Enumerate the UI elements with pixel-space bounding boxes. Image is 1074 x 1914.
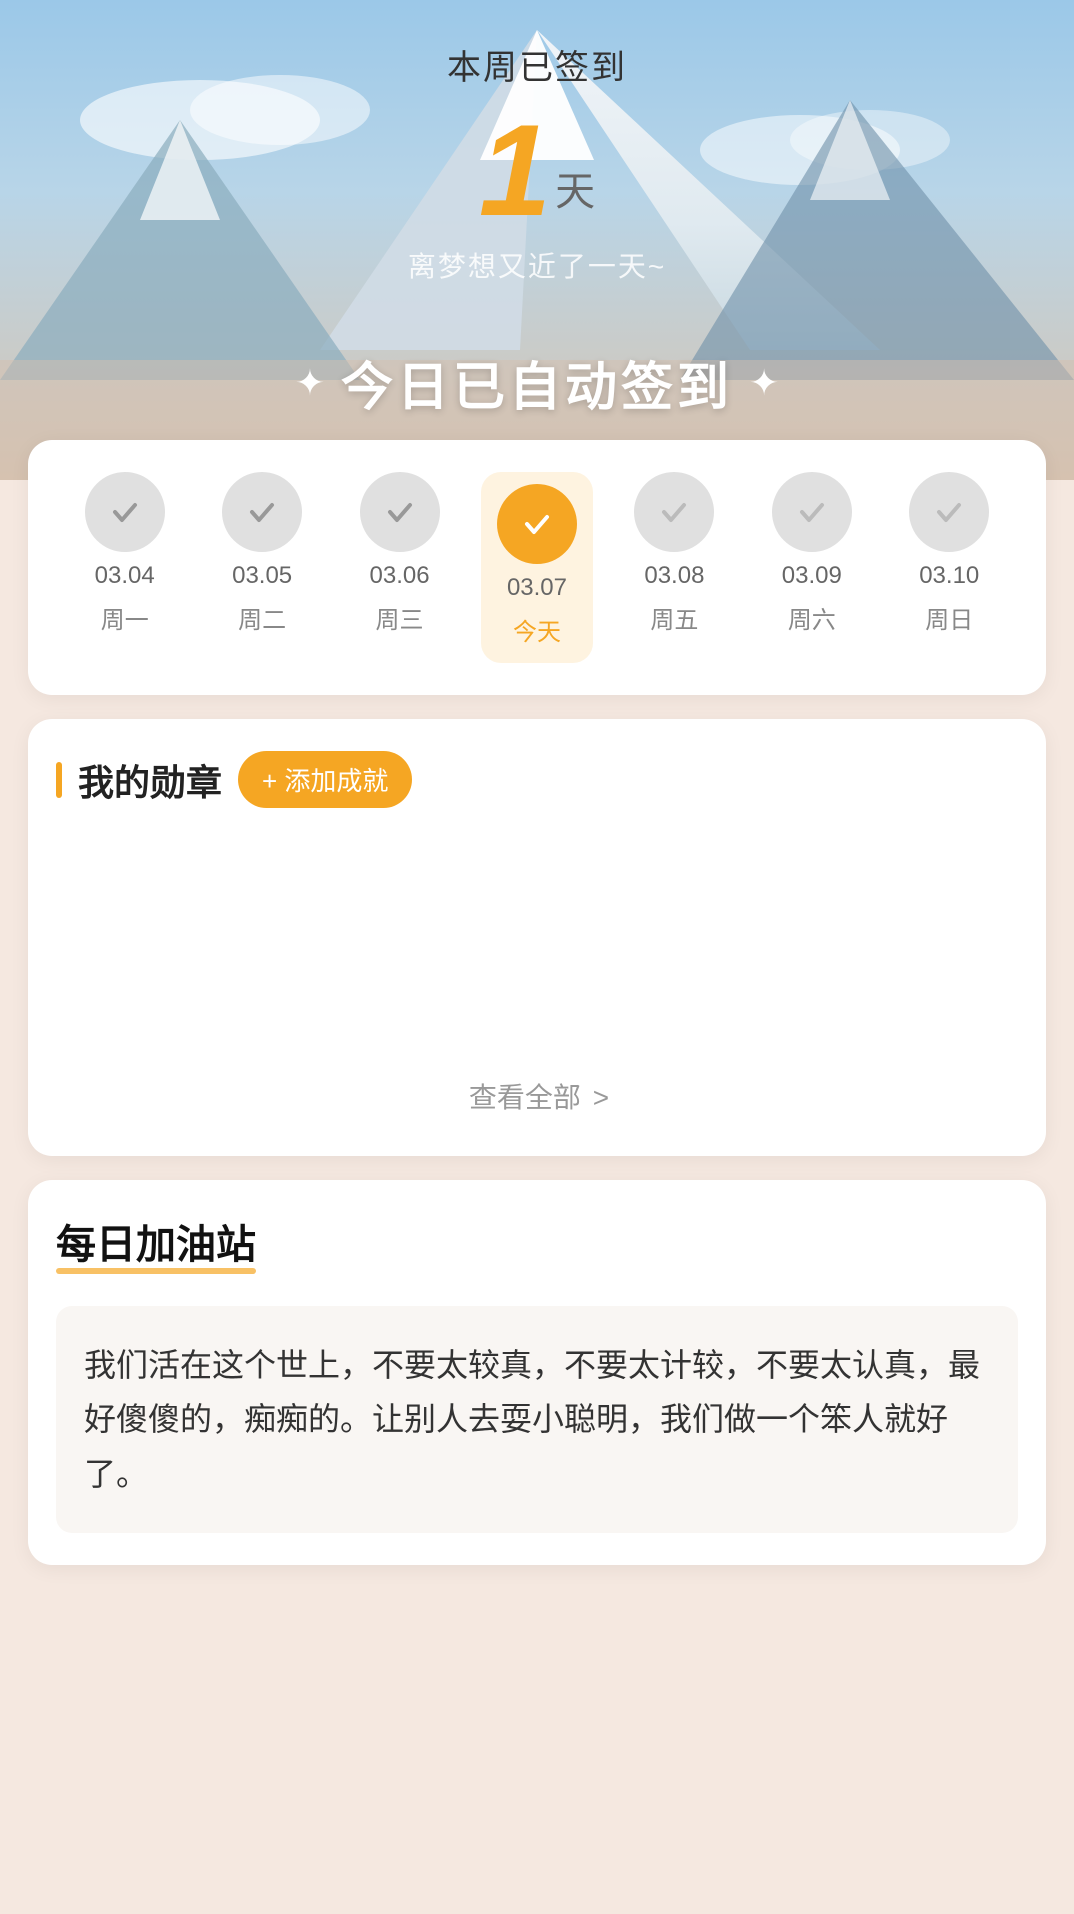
hero-content: 本周已签到 1 天 离梦想又近了一天~ ✦ 今日已自动签到 ✦ xyxy=(0,40,1074,420)
add-achievement-button[interactable]: + 添加成就 xyxy=(238,751,412,808)
quote-box: 我们活在这个世上，不要太较真，不要太计较，不要太认真，最好傻傻的，痴痴的。让别人… xyxy=(56,1306,1018,1533)
day-date-fri: 03.08 xyxy=(644,562,704,590)
sparkle-right-icon: ✦ xyxy=(749,362,779,404)
day-circle-thu xyxy=(497,484,577,564)
day-circle-mon xyxy=(85,472,165,552)
badge-empty-area xyxy=(56,840,1018,1060)
daily-section: 每日加油站 我们活在这个世上，不要太较真，不要太计较，不要太认真，最好傻傻的，痴… xyxy=(28,1180,1046,1565)
day-label-sun: 周日 xyxy=(925,600,973,635)
day-date-tue: 03.05 xyxy=(232,562,292,590)
day-label-mon: 周一 xyxy=(101,600,149,635)
day-circle-tue xyxy=(222,472,302,552)
day-item-tue: 03.05 周二 xyxy=(193,472,330,635)
day-label-tue: 周二 xyxy=(238,600,286,635)
day-item-sat: 03.09 周六 xyxy=(743,472,880,635)
day-label-thu: 今天 xyxy=(513,612,561,647)
auto-signed-banner: ✦ 今日已自动签到 ✦ xyxy=(295,345,779,420)
week-calendar: 03.04 周一 03.05 周二 xyxy=(56,472,1018,663)
day-date-thu: 03.07 xyxy=(507,574,567,602)
day-item-wed: 03.06 周三 xyxy=(331,472,468,635)
day-date-sun: 03.10 xyxy=(919,562,979,590)
section-accent-icon xyxy=(56,762,62,798)
day-date-sat: 03.09 xyxy=(782,562,842,590)
badges-card: 我的勋章 + 添加成就 查看全部 > xyxy=(28,719,1046,1156)
hero-section: 本周已签到 1 天 离梦想又近了一天~ ✦ 今日已自动签到 ✦ xyxy=(0,0,1074,480)
badges-title: 我的勋章 xyxy=(78,754,222,806)
day-item-sun: 03.10 周日 xyxy=(881,472,1018,635)
badges-header: 我的勋章 + 添加成就 xyxy=(56,751,1018,808)
day-date-wed: 03.06 xyxy=(370,562,430,590)
day-count: 1 xyxy=(479,105,551,235)
day-item-thu: 03.07 今天 xyxy=(468,472,605,663)
view-all-button[interactable]: 查看全部 > xyxy=(56,1060,1018,1124)
week-signed-label: 本周已签到 xyxy=(447,40,627,89)
day-circle-sun xyxy=(909,472,989,552)
day-item-mon: 03.04 周一 xyxy=(56,472,193,635)
day-label-sat: 周六 xyxy=(788,600,836,635)
day-item-fri: 03.08 周五 xyxy=(606,472,743,635)
today-wrapper: 03.07 今天 xyxy=(481,472,593,663)
day-count-row: 1 天 xyxy=(479,105,595,235)
day-unit: 天 xyxy=(555,159,595,217)
view-all-label: 查看全部 xyxy=(469,1082,581,1113)
sparkle-left-icon: ✦ xyxy=(295,362,325,404)
day-date-mon: 03.04 xyxy=(95,562,155,590)
quote-text: 我们活在这个世上，不要太较真，不要太计较，不要太认真，最好傻傻的，痴痴的。让别人… xyxy=(84,1338,990,1501)
day-circle-fri xyxy=(634,472,714,552)
motivation-text: 离梦想又近了一天~ xyxy=(408,245,666,285)
day-circle-sat xyxy=(772,472,852,552)
content-area: 03.04 周一 03.05 周二 xyxy=(0,440,1074,1565)
daily-title: 每日加油站 xyxy=(56,1212,256,1270)
day-label-wed: 周三 xyxy=(376,600,424,635)
day-label-fri: 周五 xyxy=(650,600,698,635)
day-circle-wed xyxy=(360,472,440,552)
view-all-arrow-icon: > xyxy=(593,1082,609,1113)
calendar-card: 03.04 周一 03.05 周二 xyxy=(28,440,1046,695)
auto-signed-text: 今日已自动签到 xyxy=(341,345,733,420)
